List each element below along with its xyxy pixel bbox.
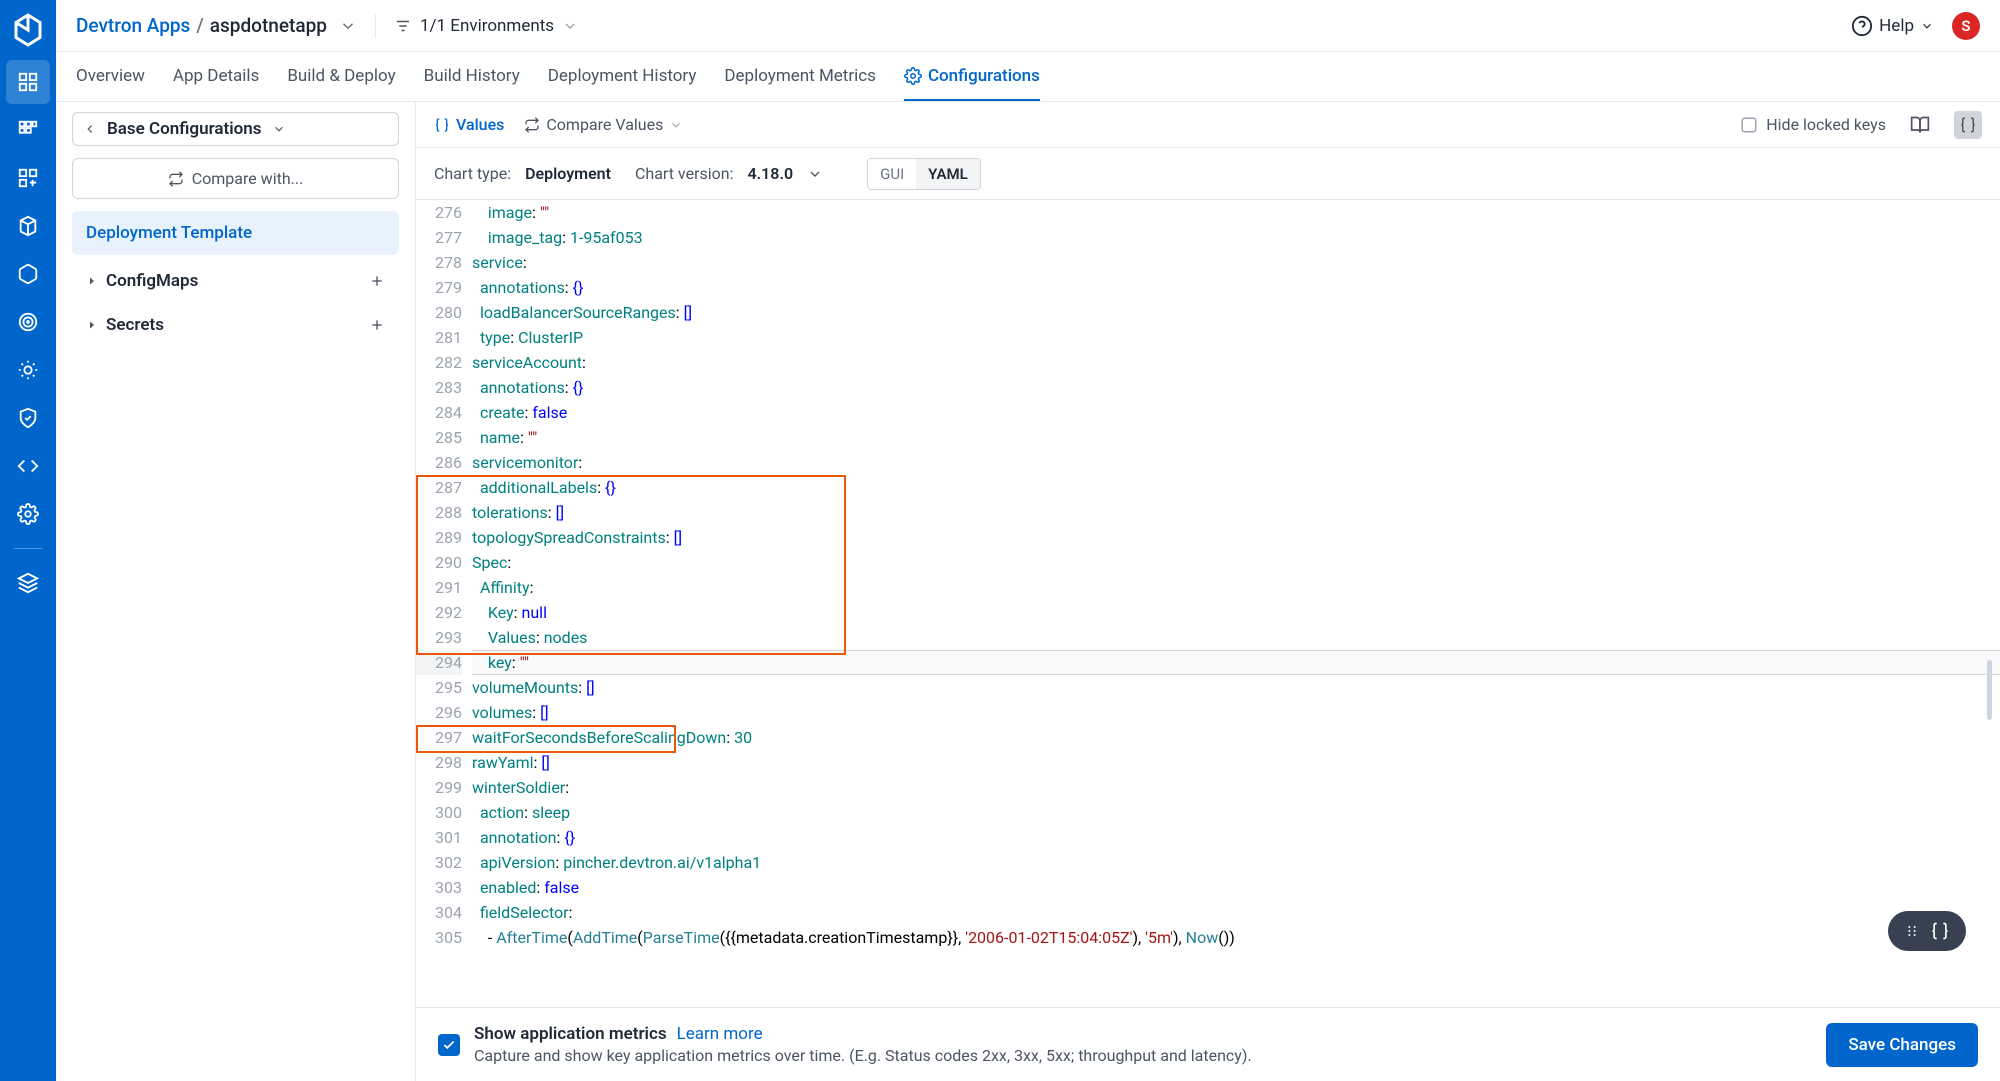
line-gutter: 2762772782792802812822832842852862872882… — [416, 200, 472, 950]
chart-version-label: Chart version: — [635, 164, 733, 183]
breadcrumb-sep: / — [196, 14, 203, 37]
chart-type-value: Deployment — [525, 164, 611, 183]
caret-right-icon — [86, 275, 98, 287]
breadcrumb-app[interactable]: aspdotnetapp — [210, 14, 327, 37]
compare-icon — [524, 117, 540, 133]
caret-right-icon — [86, 319, 98, 331]
chart-toolbar: Chart type: Deployment Chart version: 4.… — [416, 148, 2000, 200]
tab-overview[interactable]: Overview — [76, 52, 145, 101]
tab-build-history[interactable]: Build History — [424, 52, 520, 101]
help-button[interactable]: Help — [1851, 15, 1934, 37]
back-button[interactable]: Base Configurations — [72, 112, 399, 146]
save-button[interactable]: Save Changes — [1826, 1023, 1978, 1067]
sidebar-item-secrets[interactable]: Secrets — [72, 303, 399, 347]
breadcrumb: Devtron Apps / aspdotnetapp — [76, 14, 357, 37]
nav-cube-icon[interactable] — [6, 252, 50, 296]
chevron-down-icon — [272, 122, 286, 136]
env-filter[interactable]: 1/1 Environments — [394, 16, 578, 36]
nav-apps-icon[interactable] — [6, 60, 50, 104]
compare-with-button[interactable]: Compare with... — [72, 158, 399, 199]
toggle-yaml[interactable]: YAML — [916, 159, 980, 189]
chevron-down-icon[interactable] — [339, 17, 357, 35]
tab-deployment-history[interactable]: Deployment History — [548, 52, 697, 101]
sidebar-item-configmaps[interactable]: ConfigMaps — [72, 259, 399, 303]
tab-build-deploy[interactable]: Build & Deploy — [287, 52, 395, 101]
hide-locked-checkbox[interactable]: Hide locked keys — [1740, 115, 1886, 134]
chevron-down-icon — [562, 18, 578, 34]
chart-version-value[interactable]: 4.18.0 — [747, 164, 793, 183]
breadcrumb-group[interactable]: Devtron Apps — [76, 14, 190, 37]
view-toggle: GUI YAML — [867, 158, 981, 190]
logo-icon — [10, 12, 46, 48]
chart-type-label: Chart type: — [434, 164, 511, 183]
braces-icon — [1930, 921, 1950, 941]
footer-title: Show application metrics — [474, 1024, 667, 1044]
plus-icon[interactable] — [369, 317, 385, 333]
drag-icon — [1904, 923, 1920, 939]
check-icon — [442, 1038, 456, 1052]
avatar[interactable]: S — [1952, 12, 1980, 40]
nav-bug-icon[interactable] — [6, 348, 50, 392]
chevron-down-icon[interactable] — [807, 166, 823, 182]
yaml-editor[interactable]: 2762772782792802812822832842852862872882… — [416, 200, 2000, 1007]
braces-icon — [434, 117, 450, 133]
compare-icon — [168, 171, 184, 187]
readme-icon[interactable] — [1906, 111, 1934, 139]
toggle-gui[interactable]: GUI — [868, 159, 916, 189]
chevron-left-icon — [83, 122, 97, 136]
schema-icon[interactable] — [1954, 111, 1982, 139]
editor-toolbar: Values Compare Values Hide locked keys — [416, 102, 2000, 148]
nav-code-icon[interactable] — [6, 444, 50, 488]
nav-add-icon[interactable] — [6, 156, 50, 200]
tab-app-details[interactable]: App Details — [173, 52, 259, 101]
tab-deployment-metrics[interactable]: Deployment Metrics — [724, 52, 876, 101]
chevron-down-icon — [1920, 19, 1934, 33]
code-area[interactable]: image: "" image_tag: 1-95af053service: a… — [472, 200, 2000, 950]
compare-values-tab[interactable]: Compare Values — [524, 115, 683, 134]
floating-json-button[interactable] — [1888, 911, 1966, 951]
learn-more-link[interactable]: Learn more — [677, 1024, 763, 1044]
filter-icon — [394, 17, 412, 35]
rail-divider — [14, 548, 42, 549]
page-scrollbar[interactable] — [1987, 660, 1992, 720]
nav-grid-icon[interactable] — [6, 108, 50, 152]
help-icon — [1851, 15, 1873, 37]
tab-configurations[interactable]: Configurations — [904, 52, 1040, 101]
nav-settings-icon[interactable] — [6, 492, 50, 536]
config-sidebar: Base Configurations Compare with... Depl… — [56, 102, 416, 1081]
sidebar-item-deployment-template[interactable]: Deployment Template — [72, 211, 399, 255]
footer-subtitle: Capture and show key application metrics… — [474, 1046, 1812, 1065]
footer: Show application metrics Learn more Capt… — [416, 1007, 2000, 1081]
gear-icon — [904, 67, 922, 85]
nav-target-icon[interactable] — [6, 300, 50, 344]
header: Devtron Apps / aspdotnetapp 1/1 Environm… — [56, 0, 2000, 52]
values-tab[interactable]: Values — [434, 115, 504, 134]
checkbox-icon — [1740, 116, 1758, 134]
show-metrics-checkbox[interactable] — [438, 1034, 460, 1056]
chevron-down-icon — [669, 118, 683, 132]
nav-shield-icon[interactable] — [6, 396, 50, 440]
nav-stack-icon[interactable] — [6, 561, 50, 605]
tabs: Overview App Details Build & Deploy Build H… — [56, 52, 2000, 102]
nav-rail — [0, 0, 56, 1081]
nav-package-icon[interactable] — [6, 204, 50, 248]
plus-icon[interactable] — [369, 273, 385, 289]
